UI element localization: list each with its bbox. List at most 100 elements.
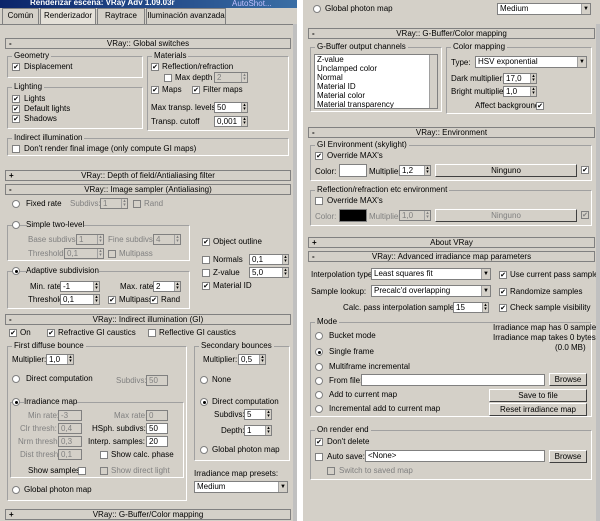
object-outline-checkbox[interactable]: ✔ (202, 238, 210, 246)
env-map-button[interactable]: Ninguno (435, 164, 577, 177)
a-threshold-spinner[interactable]: 0,1 ▴ ▾ (60, 294, 100, 305)
rollout-image-sampler[interactable]: - VRay:: Image sampler (Antialiasing) (5, 184, 291, 195)
add-radio[interactable] (315, 391, 323, 399)
material-id-checkbox[interactable]: ✔ (202, 282, 210, 290)
max-depth-checkbox[interactable] (164, 74, 172, 82)
normals-spinner[interactable]: 0,1 ▴ ▾ (249, 254, 289, 265)
type-select[interactable]: HSV exponential ▼ (475, 56, 587, 68)
presets-select[interactable]: Medium ▼ (194, 481, 288, 493)
env-map2-button[interactable]: Ninguno (435, 209, 577, 222)
multiframe-radio[interactable] (315, 363, 323, 371)
max-depth-spinner[interactable]: 2 ▴ ▾ (214, 72, 248, 83)
save-to-file-button[interactable]: Save to file (489, 389, 587, 402)
tab-raytrace[interactable]: Raytrace (97, 8, 145, 24)
dont-delete-checkbox[interactable]: ✔ (315, 438, 323, 446)
normals-checkbox[interactable] (202, 256, 210, 264)
dark-spinner[interactable]: 17,0 ▴ ▾ (503, 73, 537, 84)
gi-min-rate-spinner[interactable]: -3 (58, 410, 82, 421)
displacement-checkbox[interactable]: ✔ (12, 63, 20, 71)
from-file-input[interactable] (361, 374, 545, 386)
tab-comun[interactable]: Común (2, 8, 39, 24)
dont-render-checkbox[interactable] (12, 145, 20, 153)
reset-irradiance-button[interactable]: Reset irradiance map (489, 403, 587, 416)
show-calc-checkbox[interactable] (100, 451, 108, 459)
global-photon2-radio[interactable] (200, 446, 208, 454)
rollout-gbuffer[interactable]: - VRay:: G-Buffer/Color mapping (308, 28, 595, 39)
gi-on-checkbox[interactable]: ✔ (9, 329, 17, 337)
rollout-global-switches[interactable]: - VRay:: Global switches (5, 38, 291, 49)
subdivs-spinner[interactable]: 1 ▴ ▾ (100, 198, 128, 209)
browse-button[interactable]: Browse (549, 373, 587, 386)
none-radio[interactable] (200, 376, 208, 384)
tab-renderizador[interactable]: Renderizador (40, 8, 96, 24)
env-map2-checkbox[interactable]: ✔ (581, 211, 589, 219)
auto-browse-button[interactable]: Browse (549, 450, 587, 463)
reflective-checkbox[interactable] (148, 329, 156, 337)
a-rand-checkbox[interactable]: ✔ (150, 296, 158, 304)
check-vis-checkbox[interactable]: ✔ (499, 304, 507, 312)
single-frame-radio[interactable] (315, 348, 323, 356)
a-multipass-checkbox[interactable]: ✔ (108, 296, 116, 304)
from-file-radio[interactable] (315, 377, 323, 385)
maps-checkbox[interactable]: ✔ (151, 86, 159, 94)
override2-checkbox[interactable] (315, 197, 323, 205)
adaptive-radio[interactable] (12, 267, 20, 275)
zvalue-checkbox[interactable] (202, 269, 210, 277)
clr-spinner[interactable]: 0,4 (58, 423, 82, 434)
simple-two-level-radio[interactable] (12, 221, 20, 229)
mult2-spinner[interactable]: 0,5 ▴ ▾ (238, 354, 266, 365)
top-photon-radio[interactable] (313, 5, 321, 13)
rollout-advanced[interactable]: - VRay:: Advanced irradiance map paramete… (308, 251, 595, 262)
max-transp-spinner[interactable]: 50 ▴ ▾ (214, 102, 248, 113)
bucket-radio[interactable] (315, 332, 323, 340)
subdivs2-spinner[interactable]: 5 ▴ ▾ (244, 409, 272, 420)
fine-subdivs-spinner[interactable]: 4 ▴ ▾ (153, 234, 181, 245)
rollout-about[interactable]: + About VRay (308, 237, 595, 248)
irradiance-radio[interactable] (12, 398, 20, 406)
multiplier2-spinner[interactable]: 1,0 ▴ ▾ (399, 210, 431, 221)
randomize-checkbox[interactable]: ✔ (499, 288, 507, 296)
rollout-gi[interactable]: - VRay:: Indirect illumination (GI) (5, 314, 291, 325)
tab-iluminacion[interactable]: Iluminación avanzada (146, 8, 226, 24)
hsph-spinner[interactable]: 50 (146, 423, 168, 434)
lights-checkbox[interactable]: ✔ (12, 95, 20, 103)
refractive-checkbox[interactable]: ✔ (47, 329, 55, 337)
reflection-checkbox[interactable]: ✔ (151, 63, 159, 71)
affect-checkbox[interactable]: ✔ (536, 102, 544, 110)
rand-checkbox[interactable] (133, 200, 141, 208)
bright-spinner[interactable]: 1,0 ▴ ▾ (503, 86, 537, 97)
gi-subdivs-spinner[interactable]: 50 (146, 375, 168, 386)
base-subdivs-spinner[interactable]: 1 ▴ ▾ (76, 234, 104, 245)
filter-maps-checkbox[interactable]: ✔ (192, 86, 200, 94)
override-checkbox[interactable]: ✔ (315, 152, 323, 160)
zvalue-spinner[interactable]: 5,0 ▴ ▾ (249, 267, 289, 278)
depth-spinner[interactable]: 1 ▴ ▾ (244, 425, 272, 436)
sample-lookup-select[interactable]: Precalc'd overlapping ▼ (371, 285, 491, 297)
color2-swatch[interactable] (339, 209, 367, 222)
top-medium-select[interactable]: Medium ▼ (497, 3, 591, 15)
auto-save-checkbox[interactable] (315, 453, 323, 461)
switch-saved-checkbox[interactable] (327, 467, 335, 475)
direct-radio[interactable] (12, 375, 20, 383)
rollout-environment[interactable]: - VRay:: Environment (308, 127, 595, 138)
env-map-checkbox[interactable]: ✔ (581, 166, 589, 174)
interp-type-select[interactable]: Least squares fit ▼ (371, 268, 491, 280)
min-rate-spinner[interactable]: -1 ▴ ▾ (60, 281, 100, 292)
left-scrollbar[interactable] (293, 24, 297, 521)
rollout-gbuffer-left[interactable]: + VRay:: G-Buffer/Color mapping (5, 509, 291, 520)
channels-scrollbar[interactable] (429, 55, 437, 108)
show-direct-checkbox[interactable] (100, 467, 108, 475)
threshold-spinner[interactable]: 0,1 ▴ ▾ (64, 248, 104, 259)
multipass-checkbox[interactable] (108, 250, 116, 258)
right-scrollbar[interactable] (596, 24, 600, 521)
transp-cutoff-spinner[interactable]: 0,001 ▴ ▾ (214, 116, 248, 127)
color-swatch[interactable] (339, 164, 367, 177)
shadows-checkbox[interactable]: ✔ (12, 115, 20, 123)
use-current-checkbox[interactable]: ✔ (499, 271, 507, 279)
show-samples-checkbox[interactable] (78, 467, 86, 475)
interp-spinner[interactable]: 20 (146, 436, 168, 447)
channels-list[interactable]: Z-value Unclamped color Normal Material … (314, 54, 438, 109)
auto-save-input[interactable]: <None> (365, 450, 545, 462)
fixed-rate-radio[interactable] (12, 200, 20, 208)
channel-item[interactable]: Material transparency (317, 100, 394, 108)
